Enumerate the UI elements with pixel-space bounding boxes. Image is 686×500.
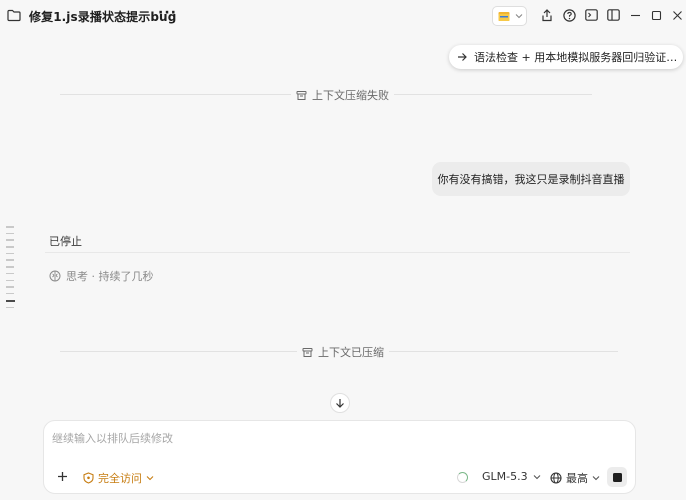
open-in-app-dropdown[interactable] [492,6,527,26]
panel-icon[interactable] [606,8,620,22]
timeline-tick[interactable] [6,306,14,309]
minimize-icon[interactable] [628,8,642,22]
user-message-text: 你有没有搞错，我这只是录制抖音直播 [437,173,625,186]
shield-icon [83,472,94,484]
scroll-to-bottom-button[interactable] [330,393,350,413]
plus-icon [58,472,67,481]
thread-title: 修复1.js录播状态提示bug [29,10,177,24]
stop-icon [612,472,622,482]
title-bar: 修复1.js录播状态提示bug ··· [0,0,686,32]
add-attachment-button[interactable] [57,469,68,485]
compressed-notice: 上下文已压缩 [297,344,389,360]
access-mode-label: 完全访问 [98,472,142,485]
timeline-tick[interactable] [6,292,14,295]
composer: 完全访问 GLM-5.3 最高 [43,420,636,494]
stop-button[interactable] [607,467,627,487]
model-dropdown[interactable]: GLM-5.3 [482,470,541,483]
terminal-icon[interactable] [584,8,598,22]
more-options-button[interactable]: ··· [158,5,177,21]
compress-failed-notice: 上下文压缩失败 [291,87,394,103]
maximize-icon[interactable] [649,8,663,22]
compress-failed-label: 上下文压缩失败 [312,89,389,102]
task-status-text: 语法检查 + 用本地模拟服务器回归验证四... [474,51,679,64]
arrow-right-icon [458,53,467,61]
help-icon[interactable] [562,8,576,22]
chevron-down-icon [533,474,540,479]
brain-icon [49,270,61,282]
timeline-tick[interactable] [6,279,14,281]
loading-spinner [457,472,468,483]
task-status-pill[interactable]: 语法检查 + 用本地模拟服务器回归验证四... [449,45,683,69]
chevron-down-icon [146,476,154,481]
timeline-tick[interactable] [6,232,14,235]
chevron-down-icon [515,14,523,19]
model-label: GLM-5.3 [482,470,528,483]
timeline-tick-current[interactable] [6,299,15,302]
timeline-scrubber[interactable] [6,226,15,313]
folder-icon [7,9,21,22]
app-folder-icon [498,11,510,21]
divider-line [45,252,630,253]
timeline-tick[interactable] [6,266,14,268]
access-mode-dropdown[interactable]: 完全访问 [83,470,154,486]
user-message: 你有没有搞错，我这只是录制抖音直播 [432,162,630,196]
archive-icon [302,347,313,357]
chevron-down-icon [592,476,600,481]
timeline-tick[interactable] [6,239,14,241]
stopped-status: 已停止 [49,235,82,248]
thinking-label: 思考 · 持续了几秒 [66,270,154,283]
reasoning-level-label: 最高 [566,472,588,485]
timeline-tick[interactable] [6,246,14,248]
composer-input[interactable] [52,429,622,447]
globe-icon [550,472,562,484]
timeline-tick[interactable] [6,226,14,228]
reasoning-level-dropdown[interactable]: 最高 [550,470,600,486]
timeline-tick[interactable] [6,272,14,275]
compressed-label: 上下文已压缩 [318,346,384,359]
thinking-toggle[interactable]: 思考 · 持续了几秒 [49,268,154,284]
timeline-tick[interactable] [6,252,14,255]
timeline-tick[interactable] [6,286,14,288]
arrow-down-icon [336,399,344,408]
timeline-tick[interactable] [6,259,14,261]
share-icon[interactable] [540,8,554,22]
close-icon[interactable] [670,8,684,22]
archive-icon [296,90,307,100]
